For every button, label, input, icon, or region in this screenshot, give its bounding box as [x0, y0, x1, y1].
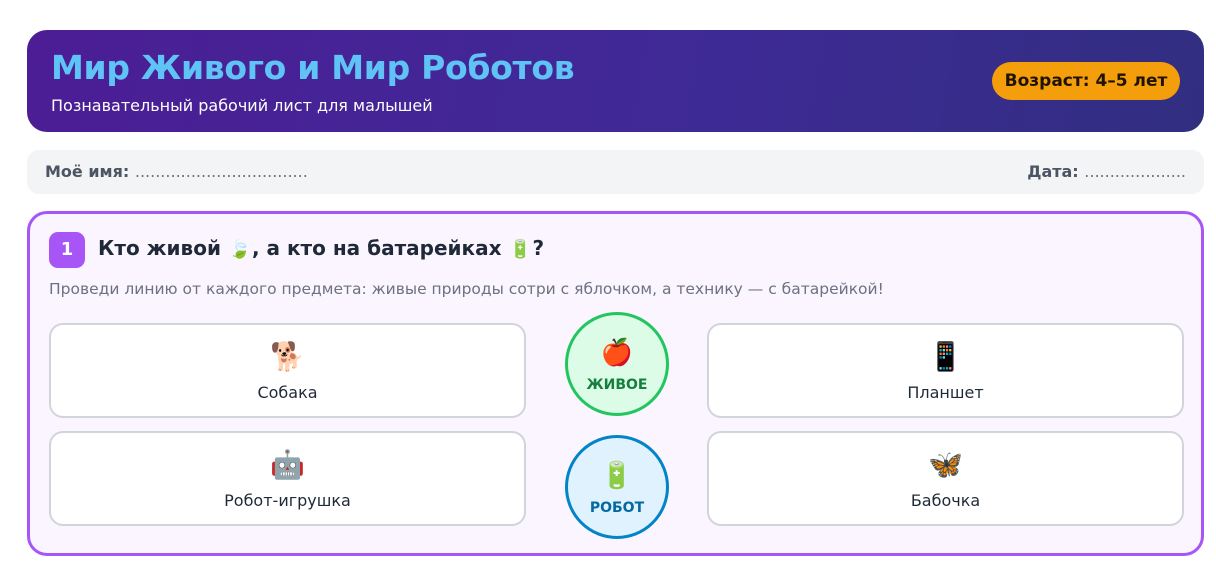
- card-butterfly-label: Бабочка: [910, 491, 981, 510]
- card-tablet-label: Планшет: [907, 383, 984, 402]
- leaf-icon: 🍃: [228, 239, 252, 260]
- target-alive[interactable]: 🍎 ЖИВОЕ: [565, 312, 669, 416]
- task-title: Кто живой 🍃, а кто на батарейках 🔋?: [98, 236, 544, 260]
- task-title-part1: Кто живой: [98, 236, 221, 260]
- battery-icon: 🔋: [509, 239, 532, 260]
- name-blank[interactable]: ..................................: [135, 162, 308, 181]
- task-1-panel: 1 Кто живой 🍃, а кто на батарейках 🔋? Пр…: [27, 211, 1204, 556]
- target-alive-label: ЖИВОЕ: [586, 377, 648, 393]
- card-tablet[interactable]: 📱 Планшет: [707, 323, 1184, 418]
- date-label: Дата:: [1027, 162, 1079, 181]
- tablet-icon: 📱: [928, 340, 963, 373]
- battery-icon: 🔋: [600, 461, 634, 491]
- name-date-bar: Моё имя: ...............................…: [27, 150, 1204, 194]
- page-title: Мир Живого и Мир Роботов: [51, 48, 575, 87]
- task-title-part2: , а кто на батарейках: [251, 236, 502, 260]
- target-robot[interactable]: 🔋 РОБОТ: [565, 435, 669, 539]
- card-dog[interactable]: 🐕 Собака: [49, 323, 526, 418]
- card-robot-label: Робот-игрушка: [224, 491, 351, 510]
- name-field[interactable]: Моё имя: ...............................…: [45, 162, 308, 181]
- age-badge: Возраст: 4–5 лет: [992, 62, 1180, 100]
- page-subtitle: Познавательный рабочий лист для малышей: [51, 96, 433, 115]
- name-label: Моё имя:: [45, 162, 130, 181]
- card-butterfly[interactable]: 🦋 Бабочка: [707, 431, 1184, 526]
- butterfly-icon: 🦋: [928, 448, 963, 481]
- task-instructions: Проведи линию от каждого предмета: живые…: [49, 280, 884, 298]
- task-title-part3: ?: [532, 236, 545, 260]
- date-field[interactable]: Дата: ....................: [1027, 162, 1186, 181]
- robot-icon: 🤖: [270, 448, 305, 481]
- task-number-badge: 1: [49, 232, 85, 268]
- dog-icon: 🐕: [270, 340, 305, 373]
- apple-icon: 🍎: [600, 338, 634, 368]
- target-robot-label: РОБОТ: [589, 500, 645, 516]
- card-robot-toy[interactable]: 🤖 Робот-игрушка: [49, 431, 526, 526]
- date-blank[interactable]: ....................: [1084, 162, 1186, 181]
- card-dog-label: Собака: [257, 383, 318, 402]
- worksheet-header: Мир Живого и Мир Роботов Познавательный …: [27, 30, 1204, 132]
